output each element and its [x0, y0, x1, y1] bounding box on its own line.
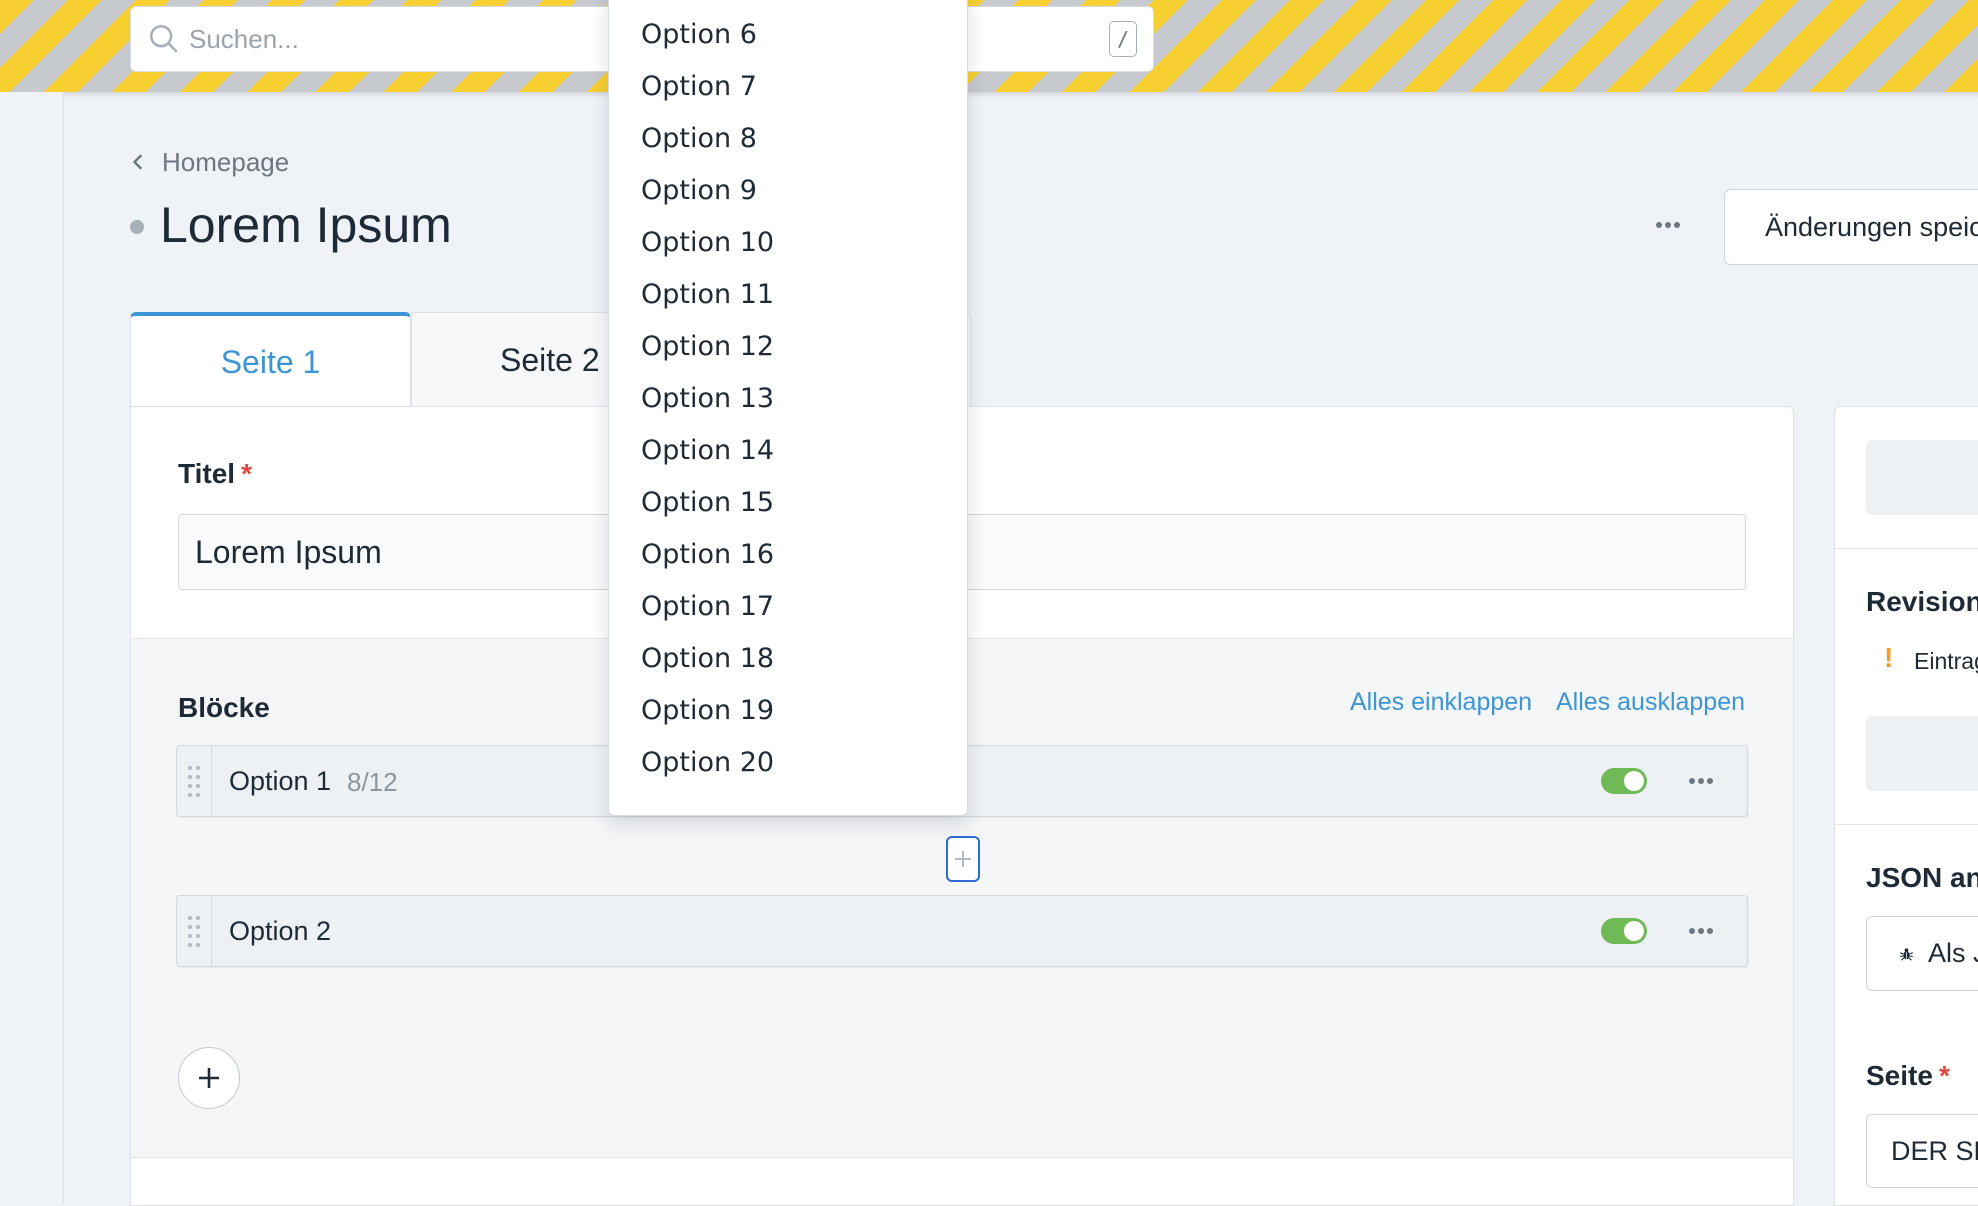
seite-field-label: Seite *: [1866, 1060, 1950, 1092]
drag-handle-icon[interactable]: [177, 746, 212, 816]
required-marker: *: [241, 458, 252, 489]
block-enabled-toggle[interactable]: [1601, 918, 1647, 944]
title-label-text: Titel: [178, 458, 236, 489]
expand-all-link[interactable]: Alles ausklappen: [1556, 688, 1745, 717]
dropdown-option[interactable]: Option 9: [609, 165, 967, 217]
options-dropdown-menu[interactable]: Option 5Option 6Option 7Option 8Option 9…: [608, 0, 968, 816]
sidebar-status-box: [1866, 440, 1978, 515]
ellipsis-icon: [1689, 778, 1713, 784]
dropdown-option[interactable]: Option 19: [609, 685, 967, 737]
page-more-actions-button[interactable]: [1648, 210, 1688, 240]
dropdown-option[interactable]: Option 10: [609, 217, 967, 269]
page-title: Lorem Ipsum: [160, 197, 452, 253]
required-marker: *: [1938, 1060, 1950, 1091]
block-row[interactable]: Option 2: [176, 895, 1748, 967]
dropdown-option[interactable]: Option 7: [609, 61, 967, 113]
sidebar-divider: [1835, 824, 1978, 825]
ellipsis-icon: [1656, 222, 1680, 228]
search-icon: [147, 22, 181, 56]
collapse-all-link[interactable]: Alles einklappen: [1350, 688, 1532, 717]
warning-icon: !: [1884, 642, 1894, 673]
seite-select[interactable]: DER SPIEGEL: [1866, 1114, 1978, 1188]
dropdown-option[interactable]: Option 17: [609, 581, 967, 633]
dropdown-option[interactable]: Option 11: [609, 269, 967, 321]
revisions-heading: Revisionen: [1866, 586, 1978, 617]
toggle-knob: [1624, 771, 1644, 791]
json-heading: JSON anzeigen: [1866, 862, 1978, 893]
save-changes-button[interactable]: Änderungen speichern: [1724, 189, 1978, 265]
dropdown-option[interactable]: Option 16: [609, 529, 967, 581]
block-label: Option 2: [229, 916, 332, 946]
chevron-left-icon: [130, 147, 148, 178]
dropdown-option[interactable]: Option 5: [609, 0, 967, 9]
block-field-count: 8/12: [347, 767, 398, 797]
insert-block-button[interactable]: [946, 836, 980, 882]
dropdown-option-list: Option 5Option 6Option 7Option 8Option 9…: [609, 0, 967, 789]
dropdown-option[interactable]: Option 20: [609, 737, 967, 789]
title-field-label: Titel *: [178, 458, 252, 490]
toggle-knob: [1624, 921, 1644, 941]
left-navigation-rail: [0, 92, 64, 1204]
add-block-button[interactable]: [178, 1047, 240, 1109]
plus-icon: [955, 851, 971, 867]
ellipsis-icon: [1689, 928, 1713, 934]
dropdown-option[interactable]: Option 18: [609, 633, 967, 685]
status-dot: [130, 220, 144, 234]
breadcrumb-homepage-link[interactable]: Homepage: [162, 147, 289, 178]
sidebar-action-box[interactable]: [1866, 716, 1978, 791]
sidebar-divider: [1835, 548, 1978, 549]
tab-seite-1[interactable]: Seite 1: [130, 312, 411, 408]
bug-icon: [1900, 947, 1913, 961]
dropdown-option[interactable]: Option 6: [609, 9, 967, 61]
dropdown-option[interactable]: Option 14: [609, 425, 967, 477]
block-label: Option 1: [229, 766, 332, 796]
seite-label-text: Seite: [1866, 1060, 1933, 1091]
drag-handle-icon[interactable]: [177, 896, 212, 966]
plus-icon: [199, 1068, 219, 1088]
revision-entry[interactable]: Eintrag: [1914, 648, 1978, 675]
view-json-button[interactable]: Als JSON: [1866, 916, 1978, 991]
view-json-label: Als JSON: [1927, 938, 1978, 968]
block-more-button[interactable]: [1685, 766, 1717, 796]
dropdown-option[interactable]: Option 12: [609, 321, 967, 373]
search-shortcut-badge: /: [1109, 21, 1137, 57]
dropdown-option[interactable]: Option 15: [609, 477, 967, 529]
block-enabled-toggle[interactable]: [1601, 768, 1647, 794]
blocks-label: Blöcke: [178, 692, 270, 723]
dropdown-option[interactable]: Option 13: [609, 373, 967, 425]
dropdown-option[interactable]: Option 8: [609, 113, 967, 165]
breadcrumb[interactable]: Homepage: [130, 147, 289, 178]
header-shadow: [0, 92, 1978, 98]
block-more-button[interactable]: [1685, 916, 1717, 946]
